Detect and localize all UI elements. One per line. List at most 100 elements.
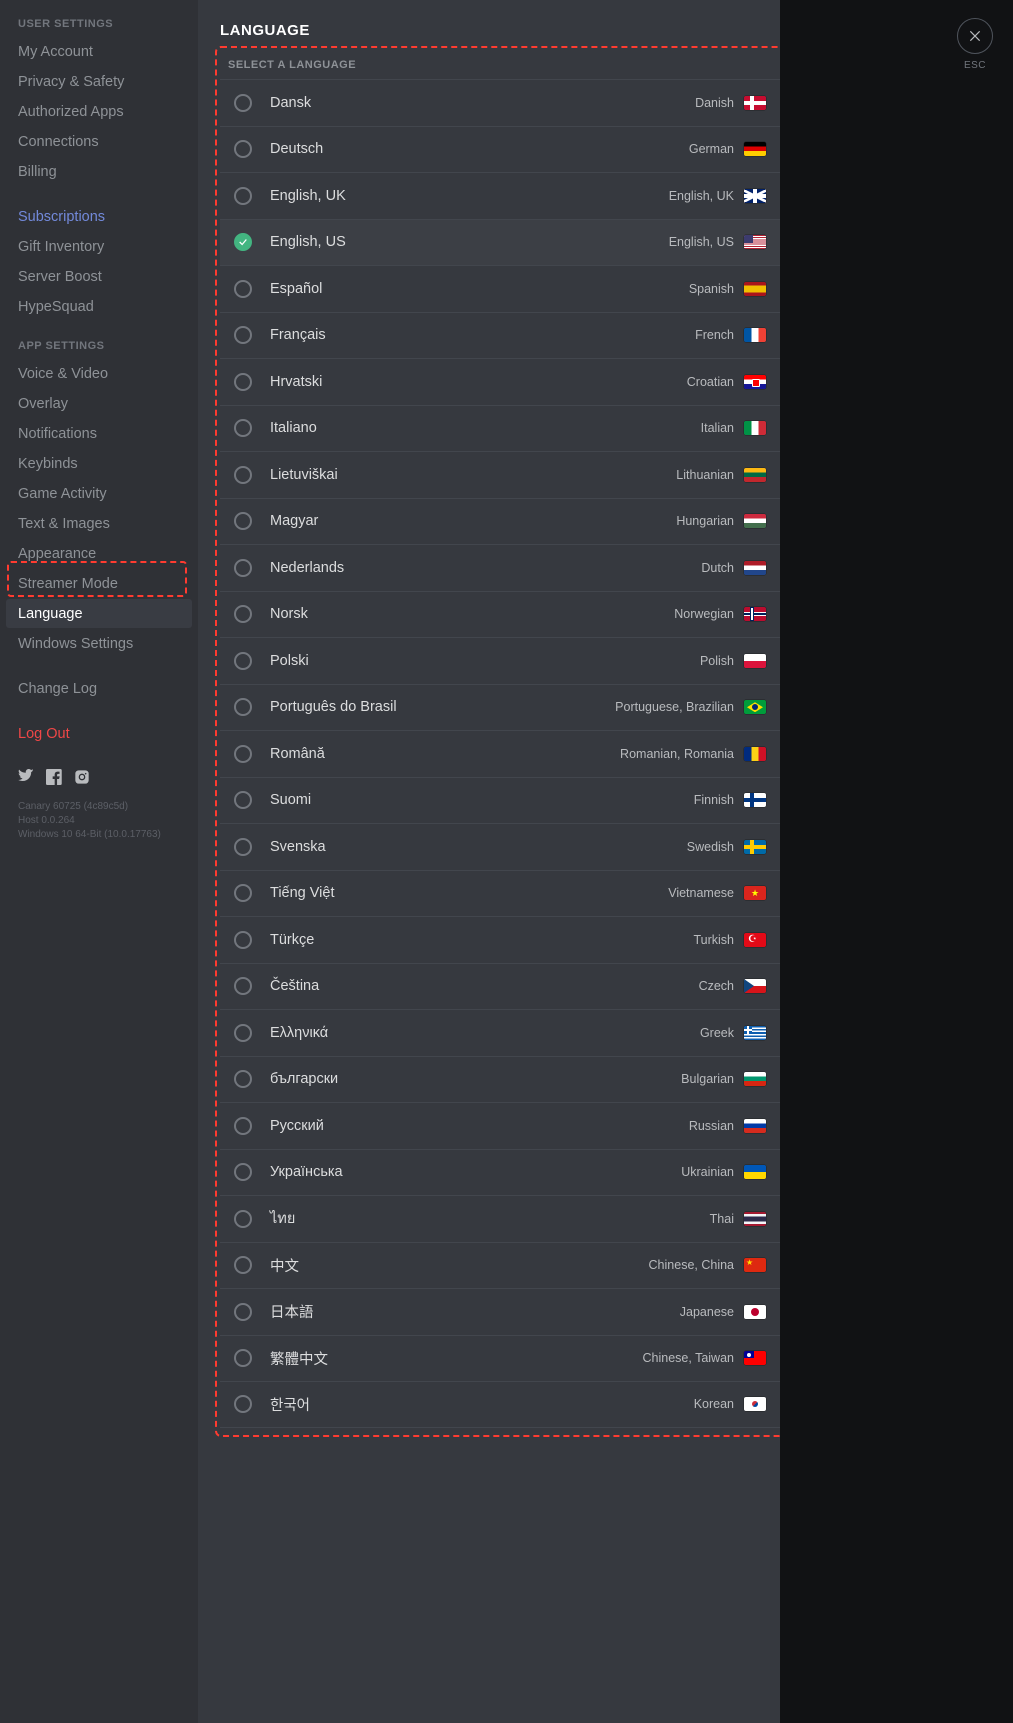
- language-native-label: Suomi: [270, 792, 694, 808]
- language-english-label: Lithuanian: [676, 468, 734, 482]
- language-english-label: Czech: [699, 979, 734, 993]
- language-option[interactable]: 한국어Korean: [220, 1381, 780, 1428]
- language-option[interactable]: Tiếng ViệtVietnamese: [220, 870, 780, 917]
- language-option[interactable]: TürkçeTurkish: [220, 916, 780, 963]
- sidebar-item-notifications[interactable]: Notifications: [6, 419, 192, 448]
- radio-unchecked-icon: [234, 559, 252, 577]
- language-option[interactable]: MagyarHungarian: [220, 498, 780, 545]
- language-native-label: Čeština: [270, 978, 699, 994]
- sidebar-item-change-log[interactable]: Change Log: [6, 674, 192, 703]
- language-option[interactable]: Português do BrasilPortuguese, Brazilian: [220, 684, 780, 731]
- radio-unchecked-icon: [234, 977, 252, 995]
- flag-icon: [744, 793, 766, 807]
- flag-icon: [744, 700, 766, 714]
- language-native-label: Hrvatski: [270, 374, 687, 390]
- language-native-label: ไทย: [270, 1207, 710, 1230]
- sidebar-item-connections[interactable]: Connections: [6, 127, 192, 156]
- sidebar-item-logout[interactable]: Log Out: [6, 719, 192, 748]
- language-panel: SELECT A LANGUAGE DanskDanishDeutschGerm…: [220, 51, 780, 1432]
- language-english-label: German: [689, 142, 734, 156]
- radio-unchecked-icon: [234, 1163, 252, 1181]
- language-english-label: Chinese, Taiwan: [643, 1351, 735, 1365]
- language-option[interactable]: ČeštinaCzech: [220, 963, 780, 1010]
- sidebar-item-privacy-safety[interactable]: Privacy & Safety: [6, 67, 192, 96]
- facebook-icon[interactable]: [46, 769, 62, 790]
- language-option[interactable]: 中文Chinese, China: [220, 1242, 780, 1289]
- language-option[interactable]: EspañolSpanish: [220, 265, 780, 312]
- sidebar-item-subscriptions[interactable]: Subscriptions: [6, 202, 192, 231]
- language-option[interactable]: SvenskaSwedish: [220, 823, 780, 870]
- language-english-label: Greek: [700, 1026, 734, 1040]
- language-native-label: 日本語: [270, 1301, 680, 1322]
- language-native-label: Nederlands: [270, 560, 701, 576]
- language-option[interactable]: 日本語Japanese: [220, 1288, 780, 1335]
- language-english-label: Russian: [689, 1119, 734, 1133]
- language-english-label: Ukrainian: [681, 1165, 734, 1179]
- radio-unchecked-icon: [234, 931, 252, 949]
- language-english-label: English, UK: [669, 189, 734, 203]
- flag-icon: [744, 375, 766, 389]
- language-option[interactable]: ΕλληνικάGreek: [220, 1009, 780, 1056]
- sidebar-item-voice-video[interactable]: Voice & Video: [6, 359, 192, 388]
- sidebar-item-keybinds[interactable]: Keybinds: [6, 449, 192, 478]
- close-button[interactable]: [957, 18, 993, 54]
- flag-icon: [744, 96, 766, 110]
- flag-icon: [744, 747, 766, 761]
- language-option[interactable]: ไทยThai: [220, 1195, 780, 1242]
- language-option[interactable]: PolskiPolish: [220, 637, 780, 684]
- language-native-label: Norsk: [270, 606, 674, 622]
- sidebar-item-streamer-mode[interactable]: Streamer Mode: [6, 569, 192, 598]
- language-native-label: Tiếng Việt: [270, 885, 668, 901]
- flag-icon: [744, 1305, 766, 1319]
- sidebar-item-language[interactable]: Language: [6, 599, 192, 628]
- language-option[interactable]: NorskNorwegian: [220, 591, 780, 638]
- language-option[interactable]: българскиBulgarian: [220, 1056, 780, 1103]
- language-english-label: Bulgarian: [681, 1072, 734, 1086]
- language-option[interactable]: English, UKEnglish, UK: [220, 172, 780, 219]
- language-option[interactable]: 繁體中文Chinese, Taiwan: [220, 1335, 780, 1382]
- sidebar-item-gift-inventory[interactable]: Gift Inventory: [6, 232, 192, 261]
- language-option[interactable]: PусскийRussian: [220, 1102, 780, 1149]
- flag-icon: [744, 1258, 766, 1272]
- section-header-user-settings: USER SETTINGS: [6, 14, 192, 36]
- sidebar-item-text-images[interactable]: Text & Images: [6, 509, 192, 538]
- twitter-icon[interactable]: [18, 769, 34, 790]
- language-option[interactable]: RomânăRomanian, Romania: [220, 730, 780, 777]
- language-native-label: 한국어: [270, 1394, 694, 1415]
- sidebar-item-windows-settings[interactable]: Windows Settings: [6, 629, 192, 658]
- flag-icon: [744, 1351, 766, 1365]
- language-list: DanskDanishDeutschGermanEnglish, UKEngli…: [220, 79, 780, 1428]
- language-option[interactable]: FrançaisFrench: [220, 312, 780, 359]
- language-english-label: Vietnamese: [668, 886, 734, 900]
- sidebar-item-my-account[interactable]: My Account: [6, 37, 192, 66]
- language-option[interactable]: English, USEnglish, US: [220, 219, 780, 266]
- flag-icon: [744, 235, 766, 249]
- language-option[interactable]: DeutschGerman: [220, 126, 780, 173]
- language-option[interactable]: HrvatskiCroatian: [220, 358, 780, 405]
- radio-unchecked-icon: [234, 326, 252, 344]
- flag-icon: [744, 328, 766, 342]
- language-option[interactable]: LietuviškaiLithuanian: [220, 451, 780, 498]
- radio-unchecked-icon: [234, 419, 252, 437]
- radio-unchecked-icon: [234, 140, 252, 158]
- language-native-label: Português do Brasil: [270, 699, 615, 715]
- language-option[interactable]: ItalianoItalian: [220, 405, 780, 452]
- radio-unchecked-icon: [234, 1256, 252, 1274]
- radio-checked-icon: [234, 233, 252, 251]
- language-option[interactable]: SuomiFinnish: [220, 777, 780, 824]
- sidebar-item-overlay[interactable]: Overlay: [6, 389, 192, 418]
- radio-unchecked-icon: [234, 1395, 252, 1413]
- sidebar-item-game-activity[interactable]: Game Activity: [6, 479, 192, 508]
- language-option[interactable]: DanskDanish: [220, 79, 780, 126]
- language-english-label: Norwegian: [674, 607, 734, 621]
- sidebar-item-appearance[interactable]: Appearance: [6, 539, 192, 568]
- language-option[interactable]: NederlandsDutch: [220, 544, 780, 591]
- language-option[interactable]: УкраїнськаUkrainian: [220, 1149, 780, 1196]
- flag-icon: [744, 607, 766, 621]
- sidebar-item-server-boost[interactable]: Server Boost: [6, 262, 192, 291]
- sidebar-item-hypesquad[interactable]: HypeSquad: [6, 292, 192, 321]
- instagram-icon[interactable]: [74, 769, 90, 790]
- sidebar-item-billing[interactable]: Billing: [6, 157, 192, 186]
- radio-unchecked-icon: [234, 373, 252, 391]
- sidebar-item-authorized-apps[interactable]: Authorized Apps: [6, 97, 192, 126]
